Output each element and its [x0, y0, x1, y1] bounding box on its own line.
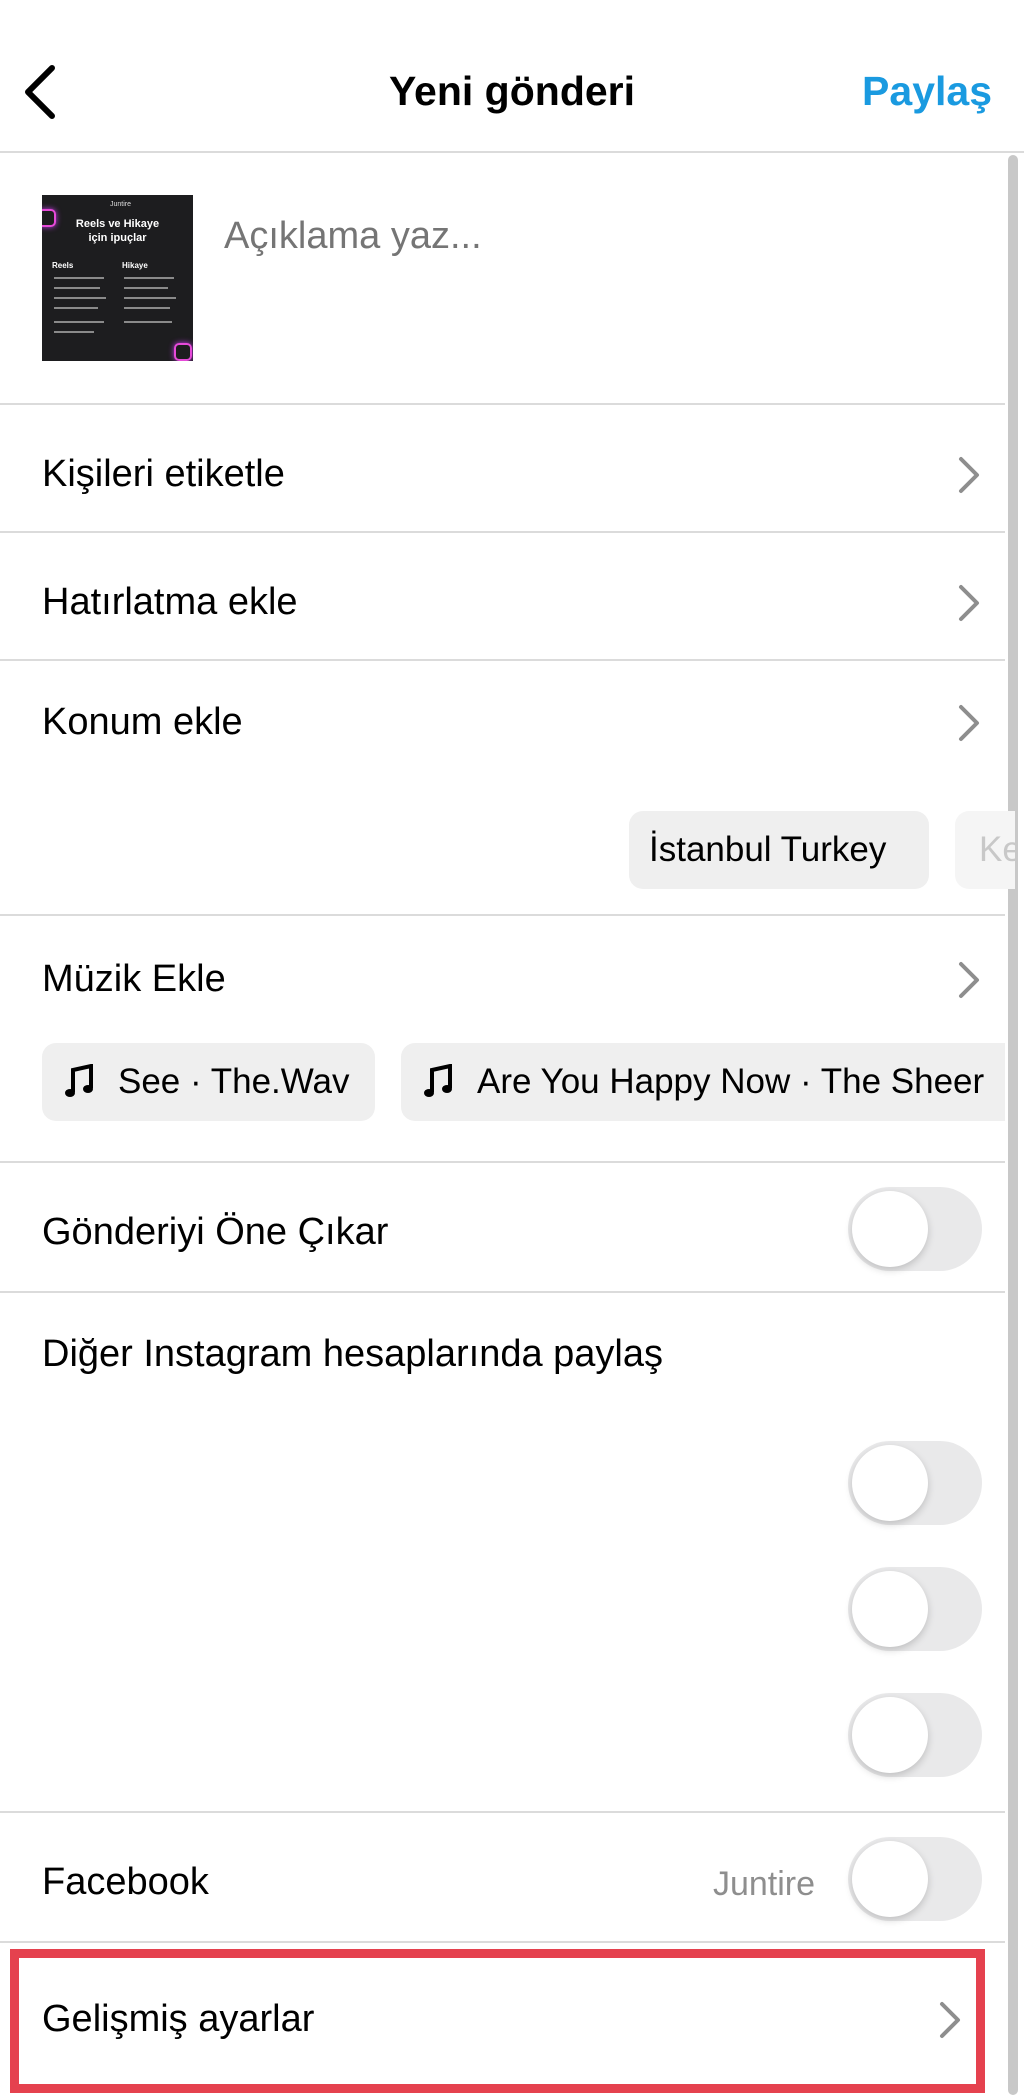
add-music-row[interactable]: Müzik Ekle	[0, 918, 1005, 1018]
feature-post-toggle[interactable]	[848, 1187, 982, 1271]
thumbnail-brand: Juntire	[110, 201, 132, 208]
chevron-right-icon	[940, 2002, 960, 2038]
add-location-label: Konum ekle	[42, 701, 243, 743]
feature-post-label: Gönderiyi Öne Çıkar	[42, 1211, 389, 1253]
facebook-label: Facebook	[42, 1861, 209, 1903]
feature-post-row: Gönderiyi Öne Çıkar	[0, 1165, 1005, 1293]
thumbnail-col-reels: Reels	[52, 261, 74, 270]
account-toggle-3[interactable]	[848, 1693, 982, 1777]
caption-input[interactable]	[224, 215, 984, 258]
chevron-right-icon	[959, 585, 979, 621]
chevron-right-icon	[959, 962, 979, 998]
facebook-row: Facebook Juntire	[0, 1815, 1005, 1943]
location-section[interactable]: Konum ekle İstanbul Turkey	[0, 661, 1005, 916]
location-chip[interactable]: İstanbul Turkey	[629, 811, 929, 889]
top-bar: Yeni gönderi Paylaş	[0, 0, 1024, 153]
add-reminder-row[interactable]: Hatırlatma ekle	[0, 533, 1005, 661]
post-thumbnail[interactable]: Juntire Reels ve Hikaye için ipuçlar Ree…	[42, 195, 193, 361]
scrollbar[interactable]	[1008, 155, 1018, 2095]
advanced-settings-label: Gelişmiş ayarlar	[42, 1998, 315, 2040]
facebook-account-name: Juntire	[712, 1865, 815, 1903]
facebook-toggle[interactable]	[848, 1837, 982, 1921]
instagram-logo-icon	[42, 209, 56, 227]
add-reminder-label: Hatırlatma ekle	[42, 581, 298, 623]
chevron-right-icon	[959, 705, 979, 741]
other-accounts-section: Diğer Instagram hesaplarında paylaş	[0, 1293, 1005, 1813]
account-toggle-1[interactable]	[848, 1441, 982, 1525]
location-chip[interactable]: Ke	[955, 811, 1015, 889]
music-chip[interactable]: Are You Happy Now · The Sheer	[401, 1043, 1005, 1121]
add-music-label: Müzik Ekle	[42, 958, 226, 1000]
other-accounts-label: Diğer Instagram hesaplarında paylaş	[42, 1333, 664, 1375]
tag-people-row[interactable]: Kişileri etiketle	[0, 405, 1005, 533]
music-chip[interactable]: See · The.Wav	[42, 1043, 375, 1121]
advanced-settings-row[interactable]: Gelişmiş ayarlar	[10, 1949, 985, 2093]
thumbnail-col-stories: Hikaye	[122, 261, 148, 270]
instagram-logo-icon	[174, 343, 192, 361]
account-toggle-2[interactable]	[848, 1567, 982, 1651]
music-section: Müzik Ekle See · The.Wav Are You Happy N…	[0, 918, 1005, 1163]
music-note-icon	[65, 1064, 93, 1097]
tag-people-label: Kişileri etiketle	[42, 453, 285, 495]
music-note-icon	[424, 1064, 452, 1097]
music-chip-label: See · The.Wav	[118, 1062, 350, 1101]
share-button[interactable]: Paylaş	[862, 68, 992, 115]
thumbnail-title: Reels ve Hikaye için ipuçlar	[75, 218, 160, 244]
chevron-right-icon	[959, 457, 979, 493]
caption-section: Juntire Reels ve Hikaye için ipuçlar Ree…	[0, 155, 1005, 405]
music-chip-label: Are You Happy Now · The Sheer	[477, 1062, 985, 1101]
